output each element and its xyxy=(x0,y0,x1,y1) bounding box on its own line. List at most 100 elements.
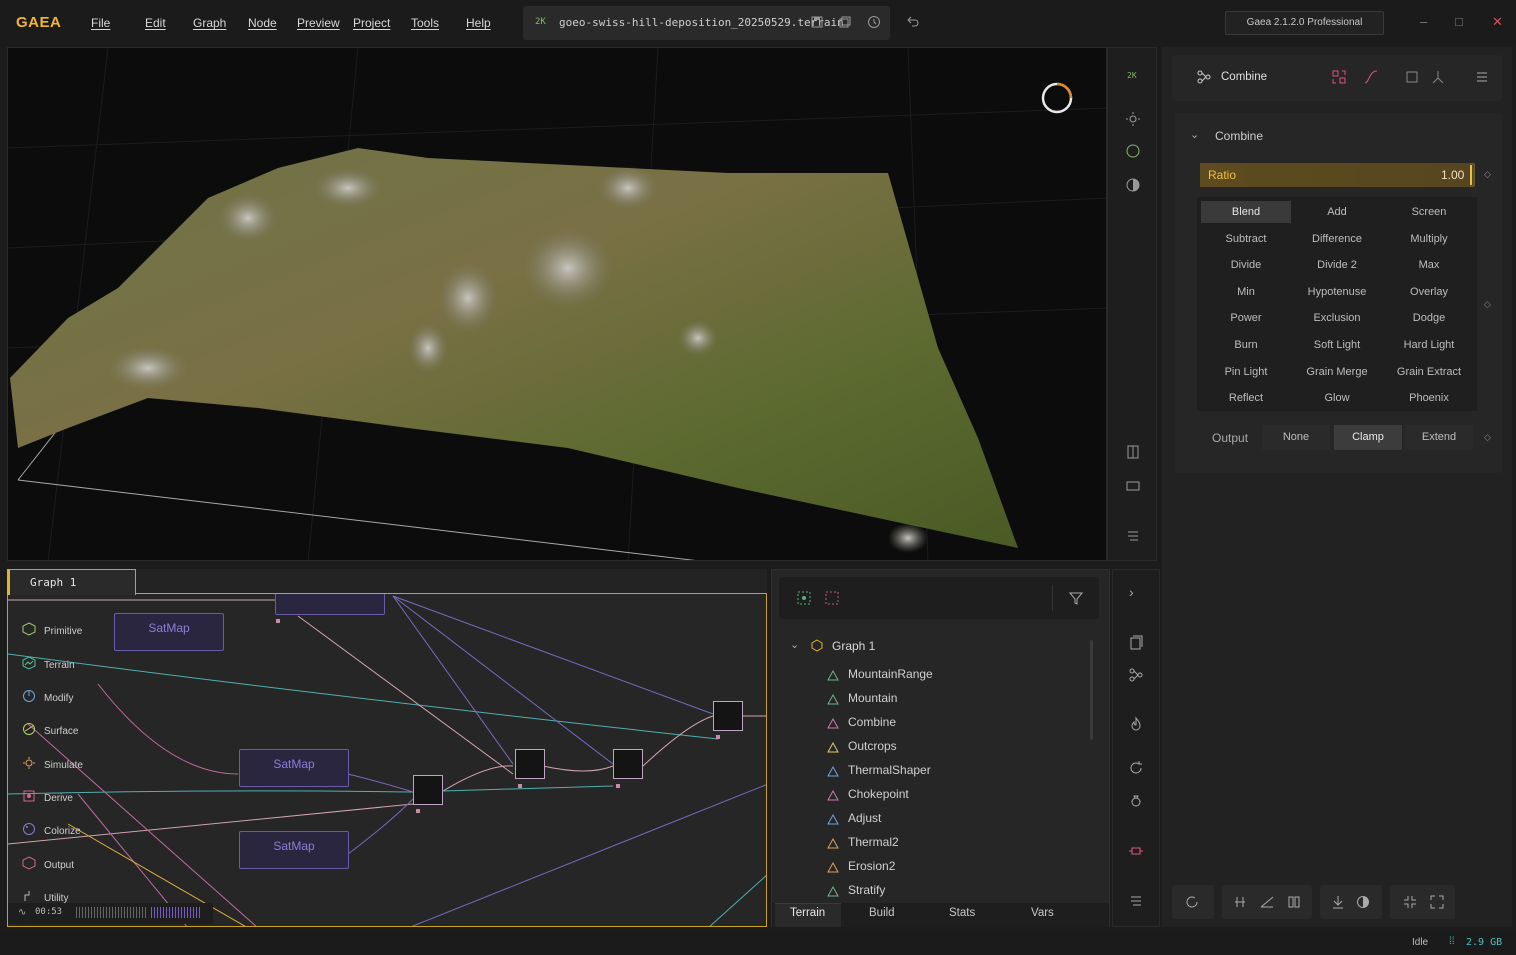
hamburger-icon[interactable] xyxy=(1474,69,1490,85)
swap-icon[interactable] xyxy=(1331,69,1347,85)
palette-output[interactable]: Output xyxy=(8,849,98,877)
loop-icon[interactable] xyxy=(1184,894,1200,910)
download-icon[interactable] xyxy=(1330,894,1346,910)
ratio-keyframe-icon[interactable]: ◇ xyxy=(1484,169,1491,180)
contrast-icon[interactable] xyxy=(1125,177,1141,193)
output-option-extend[interactable]: Extend xyxy=(1405,425,1473,450)
blend-mode-option[interactable]: Screen xyxy=(1384,201,1474,223)
menu-graph[interactable]: Graph xyxy=(193,16,226,30)
fire-icon[interactable] xyxy=(1128,716,1144,732)
axis-icon[interactable] xyxy=(1430,69,1446,85)
pages-icon[interactable] xyxy=(1128,635,1144,651)
blend-mode-option[interactable]: Min xyxy=(1201,281,1291,303)
blend-mode-option[interactable]: Divide 2 xyxy=(1292,254,1382,276)
3d-viewport[interactable] xyxy=(7,47,1107,561)
columns-icon[interactable] xyxy=(1286,894,1302,910)
blend-mode-option[interactable]: Burn xyxy=(1201,334,1291,356)
history-icon[interactable] xyxy=(867,15,881,29)
graph-node-satmap-3[interactable]: SatMap xyxy=(239,831,349,869)
blend-keyframe-icon[interactable]: ◇ xyxy=(1484,299,1491,310)
blend-mode-option[interactable]: Grain Extract xyxy=(1384,361,1474,383)
graph-node-satmap-2[interactable]: SatMap xyxy=(239,749,349,787)
list-icon[interactable] xyxy=(1125,528,1141,544)
blend-mode-option[interactable]: Soft Light xyxy=(1292,334,1382,356)
fullscreen-icon[interactable] xyxy=(1429,894,1445,910)
graph-node-top[interactable] xyxy=(275,594,385,615)
version-button[interactable]: Gaea 2.1.2.0 Professional xyxy=(1225,11,1384,35)
output-option-none[interactable]: None xyxy=(1262,425,1330,450)
tab-graph-1[interactable]: Graph 1 xyxy=(7,569,136,595)
plugin-icon[interactable] xyxy=(1128,843,1144,859)
palette-primitive[interactable]: Primitive xyxy=(8,615,98,643)
graph-node-output[interactable] xyxy=(713,701,743,731)
slope-icon[interactable] xyxy=(1259,894,1275,910)
blend-mode-option[interactable]: Phoenix xyxy=(1384,387,1474,409)
graph-tools-icon[interactable] xyxy=(1128,667,1144,683)
explorer-scrollbar[interactable] xyxy=(1090,640,1093,740)
palette-modify[interactable]: Modify xyxy=(8,682,98,710)
palette-terrain[interactable]: Terrain xyxy=(8,649,98,677)
tab-build[interactable]: Build xyxy=(869,907,895,919)
bag-icon[interactable] xyxy=(1128,792,1144,808)
blend-mode-option[interactable]: Hypotenuse xyxy=(1292,281,1382,303)
palette-surface[interactable]: Surface xyxy=(8,715,98,743)
graph-canvas[interactable]: SatMap SatMap SatMap xyxy=(7,593,767,927)
menu-node[interactable]: Node xyxy=(248,16,277,30)
book-icon[interactable] xyxy=(1125,444,1141,460)
tab-stats[interactable]: Stats xyxy=(949,907,975,919)
palette-simulate[interactable]: Simulate xyxy=(8,749,98,777)
preview-icon[interactable] xyxy=(1404,69,1420,85)
blend-mode-option[interactable]: Reflect xyxy=(1201,387,1291,409)
blend-mode-option[interactable]: Max xyxy=(1384,254,1474,276)
shrink-icon[interactable] xyxy=(1402,894,1418,910)
blend-mode-option[interactable]: Overlay xyxy=(1384,281,1474,303)
palette-derive[interactable]: Derive xyxy=(8,782,98,810)
tab-vars[interactable]: Vars xyxy=(1031,907,1054,919)
output-keyframe-icon[interactable]: ◇ xyxy=(1484,432,1491,443)
palette-colorize[interactable]: Colorize xyxy=(8,815,98,843)
undo-icon[interactable] xyxy=(906,15,920,29)
blend-mode-option[interactable]: Dodge xyxy=(1384,307,1474,329)
select-all-icon[interactable] xyxy=(797,591,811,605)
blend-mode-option[interactable]: Exclusion xyxy=(1292,307,1382,329)
deselect-icon[interactable] xyxy=(825,591,839,605)
graph-node-combine-c[interactable] xyxy=(613,749,643,779)
blend-mode-option[interactable]: Glow xyxy=(1292,387,1382,409)
menu-edit[interactable]: Edit xyxy=(145,16,166,30)
output-option-clamp[interactable]: Clamp xyxy=(1334,425,1402,450)
blend-mode-option[interactable]: Subtract xyxy=(1201,228,1291,250)
viewport-resolution-badge[interactable]: 2K xyxy=(1127,71,1137,80)
section-collapse-icon[interactable]: ⌄ xyxy=(1190,128,1199,141)
material-icon[interactable] xyxy=(1125,143,1141,159)
explorer-graph-label[interactable]: Graph 1 xyxy=(832,639,875,653)
half-circle-icon[interactable] xyxy=(1355,894,1371,910)
blend-mode-option[interactable]: Grain Merge xyxy=(1292,361,1382,383)
tab-terrain[interactable]: Terrain xyxy=(790,907,825,919)
filter-icon[interactable] xyxy=(1069,591,1083,605)
menu-preview[interactable]: Preview xyxy=(297,16,340,30)
chevron-right-icon[interactable]: › xyxy=(1129,584,1134,600)
close-icon[interactable]: ✕ xyxy=(1492,14,1503,30)
frame-icon[interactable] xyxy=(1125,478,1141,494)
minimize-icon[interactable]: – xyxy=(1420,14,1427,29)
blend-mode-option[interactable]: Multiply xyxy=(1384,228,1474,250)
blend-mode-option[interactable]: Difference xyxy=(1292,228,1382,250)
curve-icon[interactable] xyxy=(1363,69,1379,85)
menu-help[interactable]: Help xyxy=(466,16,491,30)
save-icon[interactable] xyxy=(810,15,824,29)
menu-project[interactable]: Project xyxy=(353,16,390,30)
blend-mode-option[interactable]: Power xyxy=(1201,307,1291,329)
blend-mode-option[interactable]: Hard Light xyxy=(1384,334,1474,356)
menu-tools[interactable]: Tools xyxy=(411,16,439,30)
menu-list-icon[interactable] xyxy=(1128,893,1144,909)
blend-mode-option[interactable]: Blend xyxy=(1201,201,1291,223)
ratio-slider-handle[interactable] xyxy=(1470,165,1472,185)
level-icon[interactable] xyxy=(1232,894,1248,910)
graph-node-combine-a[interactable] xyxy=(413,775,443,805)
chevron-down-icon[interactable]: ⌄ xyxy=(790,638,799,651)
blend-mode-option[interactable]: Add xyxy=(1292,201,1382,223)
blend-mode-option[interactable]: Divide xyxy=(1201,254,1291,276)
maximize-icon[interactable]: □ xyxy=(1455,14,1463,29)
graph-node-satmap-1[interactable]: SatMap xyxy=(114,613,224,651)
blend-mode-option[interactable]: Pin Light xyxy=(1201,361,1291,383)
